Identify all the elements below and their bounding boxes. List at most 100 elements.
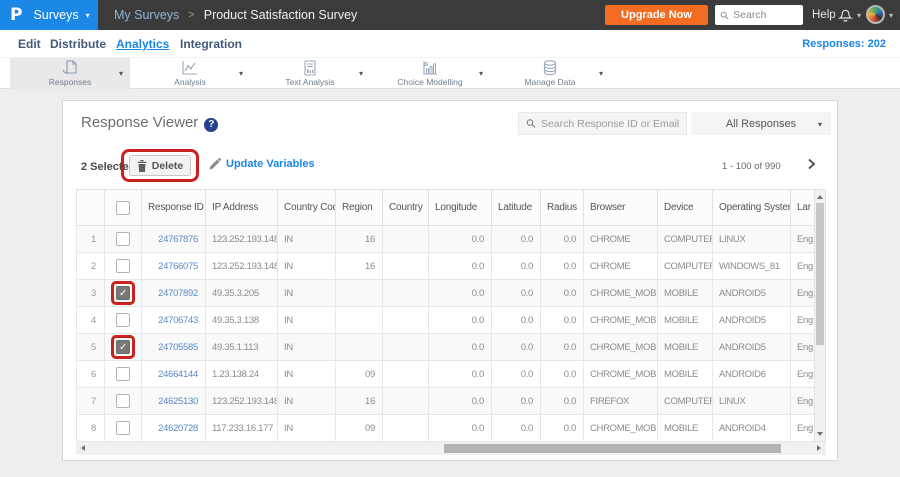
update-variables-link[interactable]: Update Variables	[209, 158, 315, 170]
toolbar-tab-text-analysis[interactable]: Text Analysis ▾	[250, 58, 370, 89]
nav-analytics[interactable]: Analytics	[116, 37, 169, 51]
cell-response-id: 24767876	[141, 225, 206, 253]
column-header-label: IP Address	[212, 202, 259, 213]
toolbar-tab-label: Choice Modelling	[397, 77, 463, 87]
row-checkbox[interactable]	[116, 367, 130, 381]
scroll-up-icon[interactable]	[817, 195, 823, 199]
column-header-region[interactable]: Region	[335, 189, 383, 226]
toolbar-tab-manage-data[interactable]: Manage Data ▾	[490, 58, 610, 89]
surveys-menu[interactable]: P Surveys ▾	[0, 0, 98, 30]
cell-radius: 0.0	[540, 333, 584, 361]
column-header-lar[interactable]: Lar	[790, 189, 815, 226]
toolbar-tab-label: Analysis	[174, 77, 206, 87]
cell-response-id: 24705585	[141, 333, 206, 361]
questionpro-logo: P	[10, 5, 23, 25]
cell-browser: CHROME_MOBILE	[583, 306, 658, 334]
row-checkbox[interactable]	[116, 232, 130, 246]
response-id-link[interactable]: 24664144	[158, 369, 198, 380]
cell-device: COMPUTER	[657, 252, 713, 280]
row-checkbox[interactable]	[116, 313, 130, 327]
search-icon	[526, 119, 536, 128]
horizontal-scrollbar-thumb[interactable]	[444, 444, 781, 453]
responses-counter[interactable]: Responses: 202	[802, 38, 886, 50]
help-icon[interactable]: ?	[204, 118, 219, 132]
help-link[interactable]: Help	[812, 9, 836, 21]
column-header-longitude[interactable]: Longitude	[428, 189, 492, 226]
cell-device: MOBILE	[657, 360, 713, 388]
surveys-menu-label: Surveys	[33, 8, 79, 22]
column-header-response-id[interactable]: Response ID	[141, 189, 206, 226]
column-header-radius[interactable]: Radius	[540, 189, 584, 226]
column-header-label: Lar	[797, 202, 811, 213]
chevron-down-icon[interactable]: ▾	[359, 69, 363, 78]
nav-integration[interactable]: Integration	[180, 37, 242, 51]
chevron-down-icon: ▾	[85, 10, 90, 20]
row-checkbox[interactable]	[116, 421, 130, 435]
column-header-latitude[interactable]: Latitude	[491, 189, 541, 226]
global-search-input[interactable]	[733, 9, 798, 21]
cell-country-code: IN	[277, 279, 336, 307]
breadcrumb-my-surveys[interactable]: My Surveys	[114, 8, 179, 22]
response-id-link[interactable]: 24706743	[158, 315, 198, 326]
trash-icon	[137, 159, 147, 172]
row-checkbox[interactable]	[116, 394, 130, 408]
vertical-scrollbar-thumb[interactable]	[816, 203, 824, 345]
select-all-checkbox[interactable]	[116, 200, 130, 215]
response-id-link[interactable]: 24767876	[158, 234, 198, 245]
cell-language: Eng	[790, 225, 815, 253]
row-checkbox[interactable]	[116, 340, 130, 354]
row-checkbox[interactable]	[116, 286, 130, 300]
chevron-down-icon[interactable]: ▾	[479, 69, 483, 78]
column-header-label: Radius	[547, 202, 577, 213]
account-caret-icon[interactable]: ▾	[889, 11, 893, 20]
row-number: 7	[76, 387, 105, 415]
notifications-bell-icon[interactable]	[837, 7, 854, 28]
responses-filter-dropdown[interactable]: All Responses ▾	[691, 112, 831, 135]
cell-operating-system: LINUX	[712, 387, 791, 415]
table-row: 4 24706743 49.35.3.138 IN 0.0 0.0 0.0 CHROME_MO…	[76, 306, 815, 334]
cell-region: 16	[335, 252, 383, 280]
scroll-down-icon[interactable]	[817, 432, 823, 436]
row-checkbox[interactable]	[116, 259, 130, 273]
cell-response-id: 24706743	[141, 306, 206, 334]
column-header-device[interactable]: Device	[657, 189, 713, 226]
toolbar-tab-responses[interactable]: Responses ▾	[10, 58, 130, 89]
toolbar-tab-choice-modelling[interactable]: Choice Modelling ▾	[370, 58, 490, 89]
scroll-right-icon[interactable]	[817, 445, 821, 451]
cell-response-id: 24625130	[141, 387, 206, 415]
cell-country	[382, 252, 429, 280]
vertical-scrollbar[interactable]	[814, 189, 826, 442]
column-header-browser[interactable]: Browser	[583, 189, 658, 226]
chevron-down-icon[interactable]: ▾	[239, 69, 243, 78]
notifications-caret-icon[interactable]: ▾	[857, 11, 861, 20]
response-id-link[interactable]: 24705585	[158, 342, 198, 353]
cell-radius: 0.0	[540, 414, 584, 442]
delete-button[interactable]: Delete	[129, 155, 191, 176]
column-header-country[interactable]: Country	[382, 189, 429, 226]
chevron-down-icon[interactable]: ▾	[599, 69, 603, 78]
response-id-link[interactable]: 24766075	[158, 261, 198, 272]
response-id-link[interactable]: 24707892	[158, 288, 198, 299]
toolbar-tab-analysis[interactable]: Analysis ▾	[130, 58, 250, 89]
chevron-down-icon[interactable]: ▾	[119, 69, 123, 78]
response-search-input[interactable]	[540, 117, 679, 130]
cell-longitude: 0.0	[428, 225, 492, 253]
table-row: 2 24766075 123.252.193.148 IN 16 0.0 0.0 0.0 CHR…	[76, 252, 815, 280]
column-header-operating-system[interactable]: Operating System	[712, 189, 791, 226]
column-header-country-code[interactable]: Country Code	[277, 189, 336, 226]
cell-radius: 0.0	[540, 306, 584, 334]
analytics-toolbar: Responses ▾ Analysis ▾ Text Analysis ▾ C…	[0, 57, 900, 89]
next-page-icon[interactable]	[807, 157, 816, 175]
response-id-link[interactable]: 24620728	[158, 423, 198, 434]
cell-region: 16	[335, 387, 383, 415]
nav-edit[interactable]: Edit	[18, 37, 41, 51]
row-number: 6	[76, 360, 105, 388]
horizontal-scrollbar[interactable]	[76, 442, 826, 455]
scroll-left-icon[interactable]	[81, 445, 85, 451]
account-avatar[interactable]	[866, 5, 885, 24]
response-id-link[interactable]: 24625130	[158, 396, 198, 407]
cell-device: MOBILE	[657, 414, 713, 442]
nav-distribute[interactable]: Distribute	[50, 37, 106, 51]
column-header-ip-address[interactable]: IP Address	[205, 189, 278, 226]
upgrade-now-button[interactable]: Upgrade Now	[605, 5, 708, 25]
